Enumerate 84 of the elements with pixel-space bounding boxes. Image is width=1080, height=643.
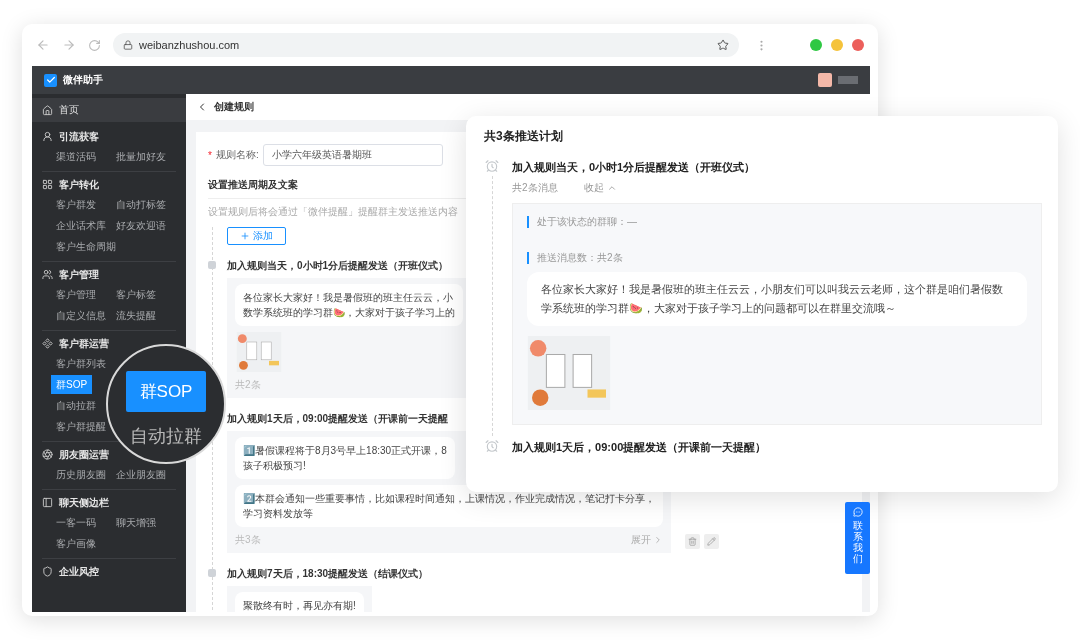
sidebar-section-title[interactable]: 朋友圈运营 (59, 447, 109, 462)
address-bar[interactable]: weibanzhushou.com (113, 33, 739, 57)
home-icon (42, 104, 53, 116)
window-control[interactable] (852, 39, 864, 51)
user-icon (42, 131, 53, 142)
hint-text: 设置规则后将会通过「微伴提醒」提醒群主发送推送内容 (208, 205, 458, 219)
sidebar-item[interactable]: 企业朋友圈 (116, 465, 166, 484)
aperture-icon (42, 449, 53, 460)
menu-item-label: 自动拉群 (130, 424, 202, 448)
sidebar-item[interactable]: 自动拉群 (56, 396, 96, 415)
sidebar-item[interactable]: 自定义信息 (56, 306, 106, 325)
lock-icon (123, 40, 133, 50)
section-title: 设置推送周期及文案 (208, 178, 298, 192)
sidebar-item[interactable]: 一客一码 (56, 513, 96, 532)
sidebar-section-title[interactable]: 客户管理 (59, 267, 99, 282)
message-bubble: 2⃣本群会通知一些重要事情，比如课程时间通知，上课情况，作业完成情况，笔记打卡分享， 学习资料发放等 (235, 485, 663, 527)
message-count: 共3条 (235, 533, 261, 547)
sidebar-item[interactable]: 聊天增强 (116, 513, 156, 532)
chat-icon (852, 507, 863, 517)
input-field[interactable]: 小学六年级英语暑期班 (262, 144, 443, 166)
plan-title: 加入规则当天，0小时1分后提醒发送（开班仪式） (512, 160, 756, 175)
app-name: 微伴助手 (63, 73, 103, 87)
sidebar-item[interactable]: 自动打标签 (116, 195, 166, 214)
delete-button[interactable] (685, 534, 700, 549)
menu-item-button[interactable]: 群SOP (125, 370, 207, 412)
sidebar-item[interactable]: 历史朋友圈 (56, 465, 106, 484)
sidebar-icon (42, 497, 53, 508)
star-icon[interactable] (717, 39, 729, 51)
sidebar-item[interactable]: 好友欢迎语 (116, 216, 166, 235)
sidebar-item[interactable]: 群SOP (51, 375, 93, 394)
sidebar-item[interactable]: 客户管理 (56, 285, 96, 304)
forward-icon[interactable] (62, 38, 76, 52)
message-bubble: 聚散终有时，再见亦有期! (235, 592, 364, 612)
shield-icon (42, 566, 53, 577)
poster-drawing (235, 332, 283, 372)
alarm-clock-icon (485, 439, 499, 453)
contact-us-tab[interactable]: 联系我们 (845, 502, 870, 574)
sidebar-item[interactable]: 客户生命周期 (56, 237, 116, 256)
url-text: weibanzhushou.com (139, 39, 240, 51)
step-title: 加入规则7天后，18:30提醒发送（结课仪式） (227, 567, 429, 581)
window-control[interactable] (831, 39, 843, 51)
field-label: 规则名称: (215, 148, 259, 162)
logo-icon (44, 73, 57, 87)
avatar[interactable] (818, 73, 832, 87)
reload-icon[interactable] (88, 38, 101, 52)
sidebar-item[interactable]: 首页 (32, 98, 186, 122)
sidebar-item[interactable]: 渠道活码 (56, 147, 96, 166)
message-bubble: 各位家长大家好！我是暑假班的班主任云云，小朋友们可以叫我云云老师，这个群是咱们暑假数学系统班的学习群🍉，大家对于孩子学习上的问题都可以在群里交流哦～ (527, 272, 1027, 326)
nodes-icon (42, 338, 53, 349)
sidebar-section-title[interactable]: 客户群运营 (59, 336, 109, 351)
sidebar-section-title[interactable]: 企业风控 (59, 564, 99, 579)
add-button[interactable]: 添加 (227, 227, 286, 245)
plan-title: 加入规则1天后，09:00提醒发送（开课前一天提醒） (512, 440, 767, 455)
group-status-label: 处于该状态的群聊：— (527, 216, 637, 228)
users-icon (42, 269, 53, 280)
sidebar-item[interactable]: 批量加好友 (116, 147, 166, 166)
sidebar-item[interactable]: 客户群列表 (56, 354, 106, 373)
blurred-name (838, 76, 858, 84)
message-bubble: 各位家长大家好！我是暑假班的班主任云云，小 数学系统班的学习群🍉，大家对于孩子学习上的 (235, 284, 463, 326)
step-title: 加入规则当天，0小时1分后提醒发送（开班仪式） (227, 259, 449, 273)
sidebar-item[interactable]: 客户画像 (56, 534, 96, 553)
page-title: 创建规则 (214, 100, 254, 114)
sidebar-section-title[interactable]: 客户转化 (59, 177, 99, 192)
step-title: 加入规则1天后，09:00提醒发送（开课前一天提醒 (227, 412, 449, 426)
message-bubble: 1⃣暑假课程将于8月3号早上18:30正式开课，8 孩子积极预习! (235, 437, 455, 479)
push-count-label: 推送消息数：共2条 (527, 252, 623, 264)
plus-icon (240, 231, 250, 241)
message-count: 共2条消息 (512, 181, 558, 195)
sidebar-item[interactable]: 企业话术库 (56, 216, 106, 235)
sidebar-item[interactable]: 客户群提醒 (56, 417, 106, 436)
back-icon[interactable] (36, 38, 50, 52)
required-mark: * (208, 149, 212, 161)
alarm-clock-icon (485, 159, 499, 173)
chevron-up-icon (606, 183, 617, 193)
chevron-right-icon (653, 535, 663, 545)
panel-title: 共3条推送计划 (484, 128, 563, 145)
sidebar-item[interactable]: 客户群发 (56, 195, 96, 214)
grid-icon (42, 179, 53, 190)
sidebar-item[interactable]: 客户标签 (116, 285, 156, 304)
window-control[interactable] (810, 39, 822, 51)
sidebar-section-title[interactable]: 引流获客 (59, 129, 99, 144)
edit-button[interactable] (704, 534, 719, 549)
sidebar-item[interactable]: 流失提醒 (116, 306, 156, 325)
sidebar-section-title[interactable]: 聊天侧边栏 (59, 495, 109, 510)
